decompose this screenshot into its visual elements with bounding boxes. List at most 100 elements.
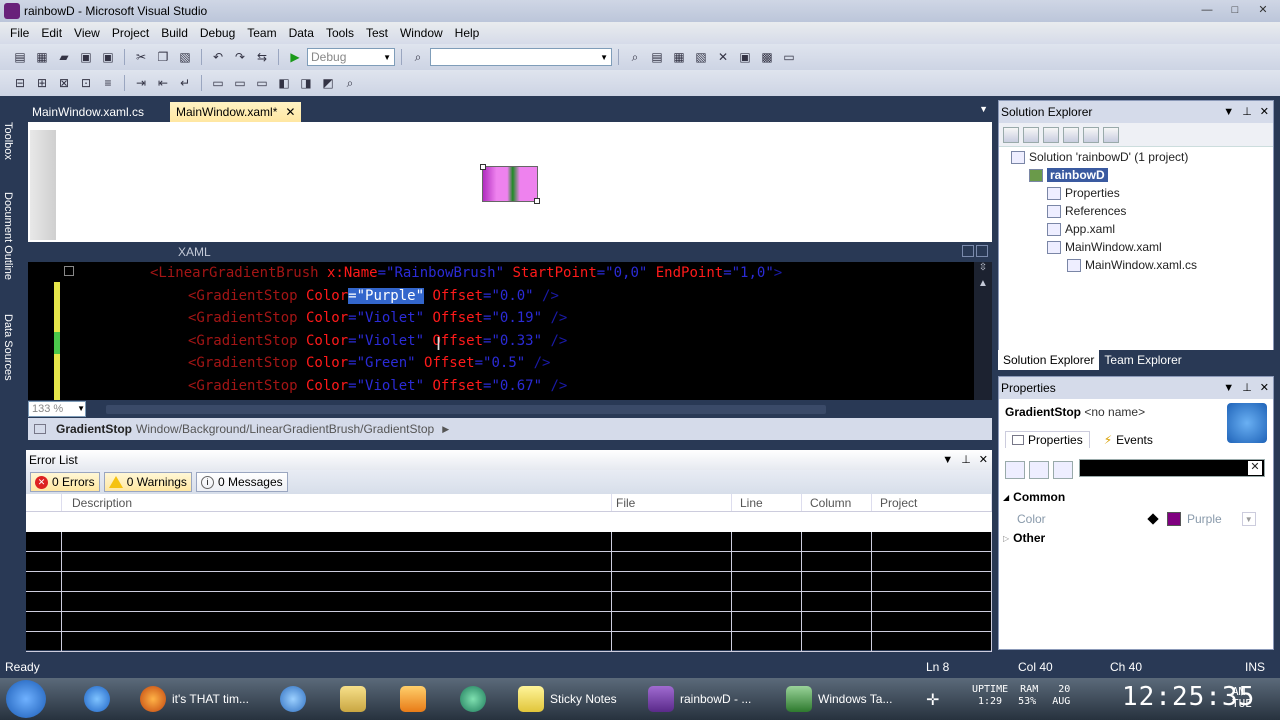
properties-icon[interactable] — [1003, 126, 1019, 143]
chevron-down-icon[interactable]: ▼ — [1241, 512, 1256, 526]
close-icon[interactable]: ✕ — [285, 105, 295, 119]
class-diagram-icon[interactable] — [1103, 126, 1119, 143]
messages-filter-button[interactable]: i0 Messages — [195, 472, 288, 492]
table-row[interactable] — [26, 572, 992, 592]
column-header-column[interactable]: Column — [802, 494, 872, 511]
menu-project[interactable]: Project — [106, 26, 155, 40]
taskbar-libraries[interactable] — [340, 682, 366, 716]
add-item-icon[interactable]: ▦ — [32, 48, 52, 66]
table-row[interactable] — [26, 632, 992, 652]
menu-window[interactable]: Window — [394, 26, 449, 40]
object-browser-icon[interactable]: ▧ — [691, 48, 711, 66]
horizontal-split-icon[interactable] — [976, 245, 988, 257]
taskbar-ie[interactable] — [84, 682, 110, 716]
xaml-editor[interactable]: <LinearGradientBrush x:Name="RainbowBrus… — [28, 262, 992, 400]
table-row[interactable] — [26, 592, 992, 612]
menu-edit[interactable]: Edit — [35, 26, 68, 40]
code-line[interactable]: <GradientStop Color="Purple" Offset="0.0… — [188, 285, 992, 307]
vertical-split-icon[interactable] — [962, 245, 974, 257]
save-icon[interactable]: ▣ — [76, 48, 96, 66]
window-icon[interactable]: ▭ — [779, 48, 799, 66]
pin-icon[interactable]: ⊥ — [961, 450, 971, 470]
align-left-icon[interactable]: ⊟ — [10, 74, 30, 92]
copy-icon[interactable]: ❐ — [153, 48, 173, 66]
start-button[interactable] — [6, 680, 46, 718]
comment-icon[interactable]: ▭ — [208, 74, 228, 92]
outdent-icon[interactable]: ⇤ — [153, 74, 173, 92]
start-page-icon[interactable]: ▣ — [735, 48, 755, 66]
bookmark-icon[interactable]: ▭ — [252, 74, 272, 92]
code-line[interactable]: <GradientStop Color="Violet" Offset="0.1… — [188, 307, 992, 329]
menu-help[interactable]: Help — [449, 26, 486, 40]
code-line[interactable]: <GradientStop Color="Green" Offset="0.5"… — [188, 352, 992, 374]
toolbox-icon[interactable]: ✕ — [713, 48, 733, 66]
align-top-icon[interactable]: ⊡ — [76, 74, 96, 92]
tab-mainwindow-xaml[interactable]: MainWindow.xaml* ✕ — [170, 102, 302, 122]
zoom-select[interactable]: 133 % ▼ — [28, 401, 86, 417]
maximize-button[interactable]: □ — [1224, 3, 1246, 18]
refresh-icon[interactable] — [1043, 126, 1059, 143]
tree-project[interactable]: rainbowD — [1029, 166, 1108, 184]
uncomment-icon[interactable]: ▭ — [230, 74, 250, 92]
paste-icon[interactable]: ▧ — [175, 48, 195, 66]
warnings-filter-button[interactable]: 0 Warnings — [103, 472, 192, 492]
errors-filter-button[interactable]: ✕ 0 Errors — [30, 472, 100, 492]
extension-icon[interactable]: ▩ — [757, 48, 777, 66]
properties-search-input[interactable]: ✕ — [1079, 459, 1265, 477]
design-surface[interactable] — [28, 122, 992, 242]
property-value-color[interactable]: Purple — [1187, 512, 1222, 526]
tree-item-mainwindow-xaml[interactable]: MainWindow.xaml — [1047, 238, 1162, 256]
categorized-icon[interactable] — [1005, 461, 1025, 479]
rainbow-rectangle[interactable] — [480, 164, 540, 204]
minimize-button[interactable]: — — [1196, 3, 1218, 18]
properties-icon[interactable]: ▦ — [669, 48, 689, 66]
tab-events[interactable]: ⚡ Events — [1098, 431, 1159, 448]
clear-bookmarks-icon[interactable]: ◩ — [318, 74, 338, 92]
align-center-icon[interactable]: ⊞ — [32, 74, 52, 92]
scroll-thumb[interactable] — [106, 405, 826, 414]
menu-build[interactable]: Build — [155, 26, 194, 40]
category-other[interactable]: ▷ Other — [1003, 531, 1045, 545]
save-all-icon[interactable]: ▣ — [98, 48, 118, 66]
menu-test[interactable]: Test — [360, 26, 394, 40]
panel-menu-icon[interactable]: ▼ — [1223, 377, 1234, 399]
open-file-icon[interactable]: ▰ — [54, 48, 74, 66]
menu-tools[interactable]: Tools — [320, 26, 360, 40]
collapse-icon[interactable] — [64, 266, 74, 276]
find-in-files-icon[interactable]: ⌕ — [408, 48, 428, 66]
editor-horizontal-scrollbar[interactable] — [96, 403, 976, 415]
column-header-index[interactable] — [26, 494, 62, 511]
toolbox-tab[interactable]: Toolbox — [2, 122, 14, 160]
network-icon[interactable]: ✛ — [926, 690, 939, 710]
navigate-icon[interactable]: ⇆ — [252, 48, 272, 66]
cut-icon[interactable]: ✂ — [131, 48, 151, 66]
menu-debug[interactable]: Debug — [194, 26, 241, 40]
property-marker-icon[interactable] — [1147, 513, 1159, 525]
split-view-icon[interactable]: ⇳ — [974, 262, 992, 278]
align-right-icon[interactable]: ⊠ — [54, 74, 74, 92]
taskbar-windows-task-manager[interactable]: Windows Ta... — [786, 682, 892, 716]
close-icon[interactable]: ✕ — [1260, 101, 1269, 123]
close-button[interactable]: ✕ — [1252, 3, 1274, 18]
column-header-project[interactable]: Project — [872, 494, 992, 511]
wrap-icon[interactable]: ↵ — [175, 74, 195, 92]
column-header-file[interactable]: File — [612, 494, 732, 511]
menu-data[interactable]: Data — [283, 26, 320, 40]
tab-dropdown-icon[interactable]: ▼ — [979, 104, 988, 114]
table-row[interactable] — [26, 552, 992, 572]
panel-menu-icon[interactable]: ▼ — [942, 450, 953, 470]
close-icon[interactable]: ✕ — [979, 450, 988, 470]
data-sources-tab[interactable]: Data Sources — [2, 314, 14, 381]
taskbar-visual-studio[interactable]: rainbowD - ... — [648, 682, 751, 716]
category-common[interactable]: ◢ Common — [1003, 490, 1065, 504]
start-debugging-icon[interactable]: ▶ — [285, 48, 305, 66]
taskbar-media-player[interactable] — [400, 682, 426, 716]
view-designer-icon[interactable] — [1083, 126, 1099, 143]
new-project-icon[interactable]: ▤ — [10, 48, 30, 66]
menu-view[interactable]: View — [68, 26, 106, 40]
solution-explorer-icon[interactable]: ▤ — [647, 48, 667, 66]
code-line[interactable]: <LinearGradientBrush x:Name="RainbowBrus… — [150, 262, 992, 284]
indent-icon[interactable]: ⇥ — [131, 74, 151, 92]
breadcrumb-path[interactable]: Window/Background/LinearGradientBrush/Gr… — [136, 422, 434, 436]
scroll-up-icon[interactable]: ▲ — [974, 278, 992, 294]
